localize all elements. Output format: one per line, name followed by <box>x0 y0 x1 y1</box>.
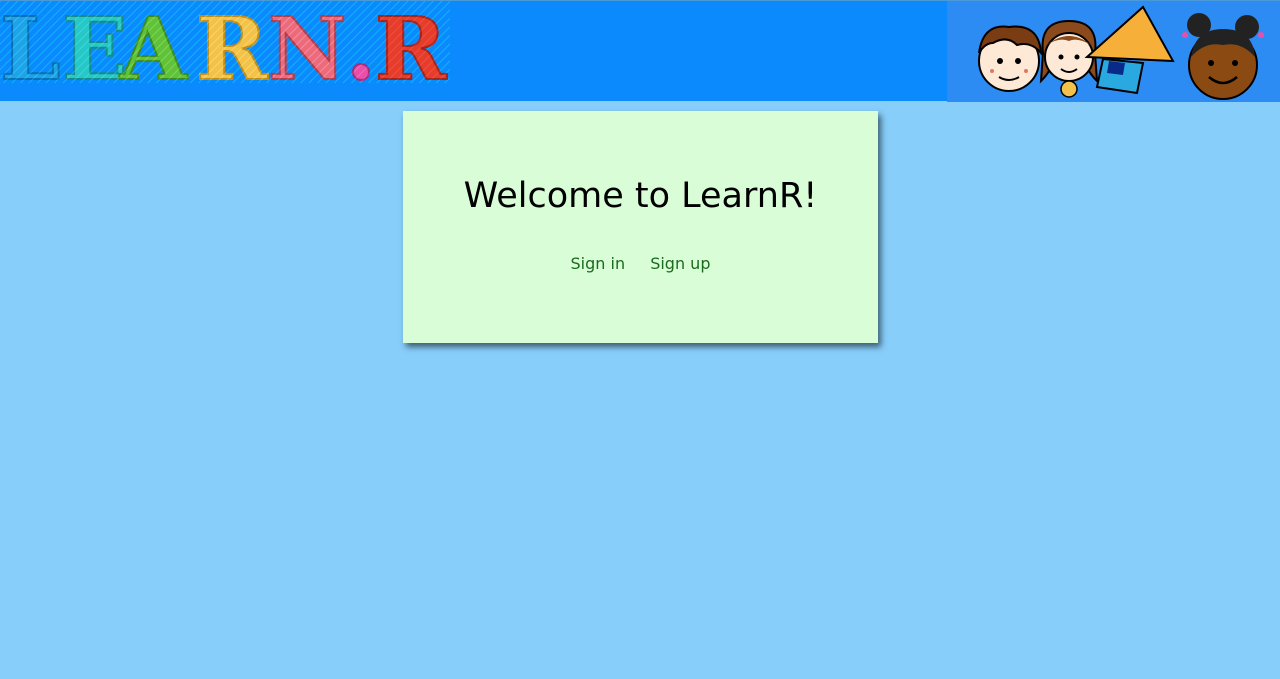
welcome-title: Welcome to LearnR! <box>463 176 818 216</box>
site-header: L E A R N . R <box>0 0 1280 102</box>
sign-in-link[interactable]: Sign in <box>571 254 626 273</box>
wizard-hat-icon <box>1084 5 1175 95</box>
boy-face-icon <box>978 25 1043 92</box>
girl-face-icon <box>1039 19 1099 98</box>
learnr-logo[interactable]: L E A R N . R <box>0 1 450 83</box>
auth-links: Sign in Sign up <box>403 254 878 273</box>
sign-up-link[interactable]: Sign up <box>650 254 710 273</box>
kids-illustration <box>947 1 1280 102</box>
smiling-girl-face-icon <box>1182 13 1264 100</box>
welcome-card: Welcome to LearnR! Sign in Sign up <box>403 111 878 343</box>
